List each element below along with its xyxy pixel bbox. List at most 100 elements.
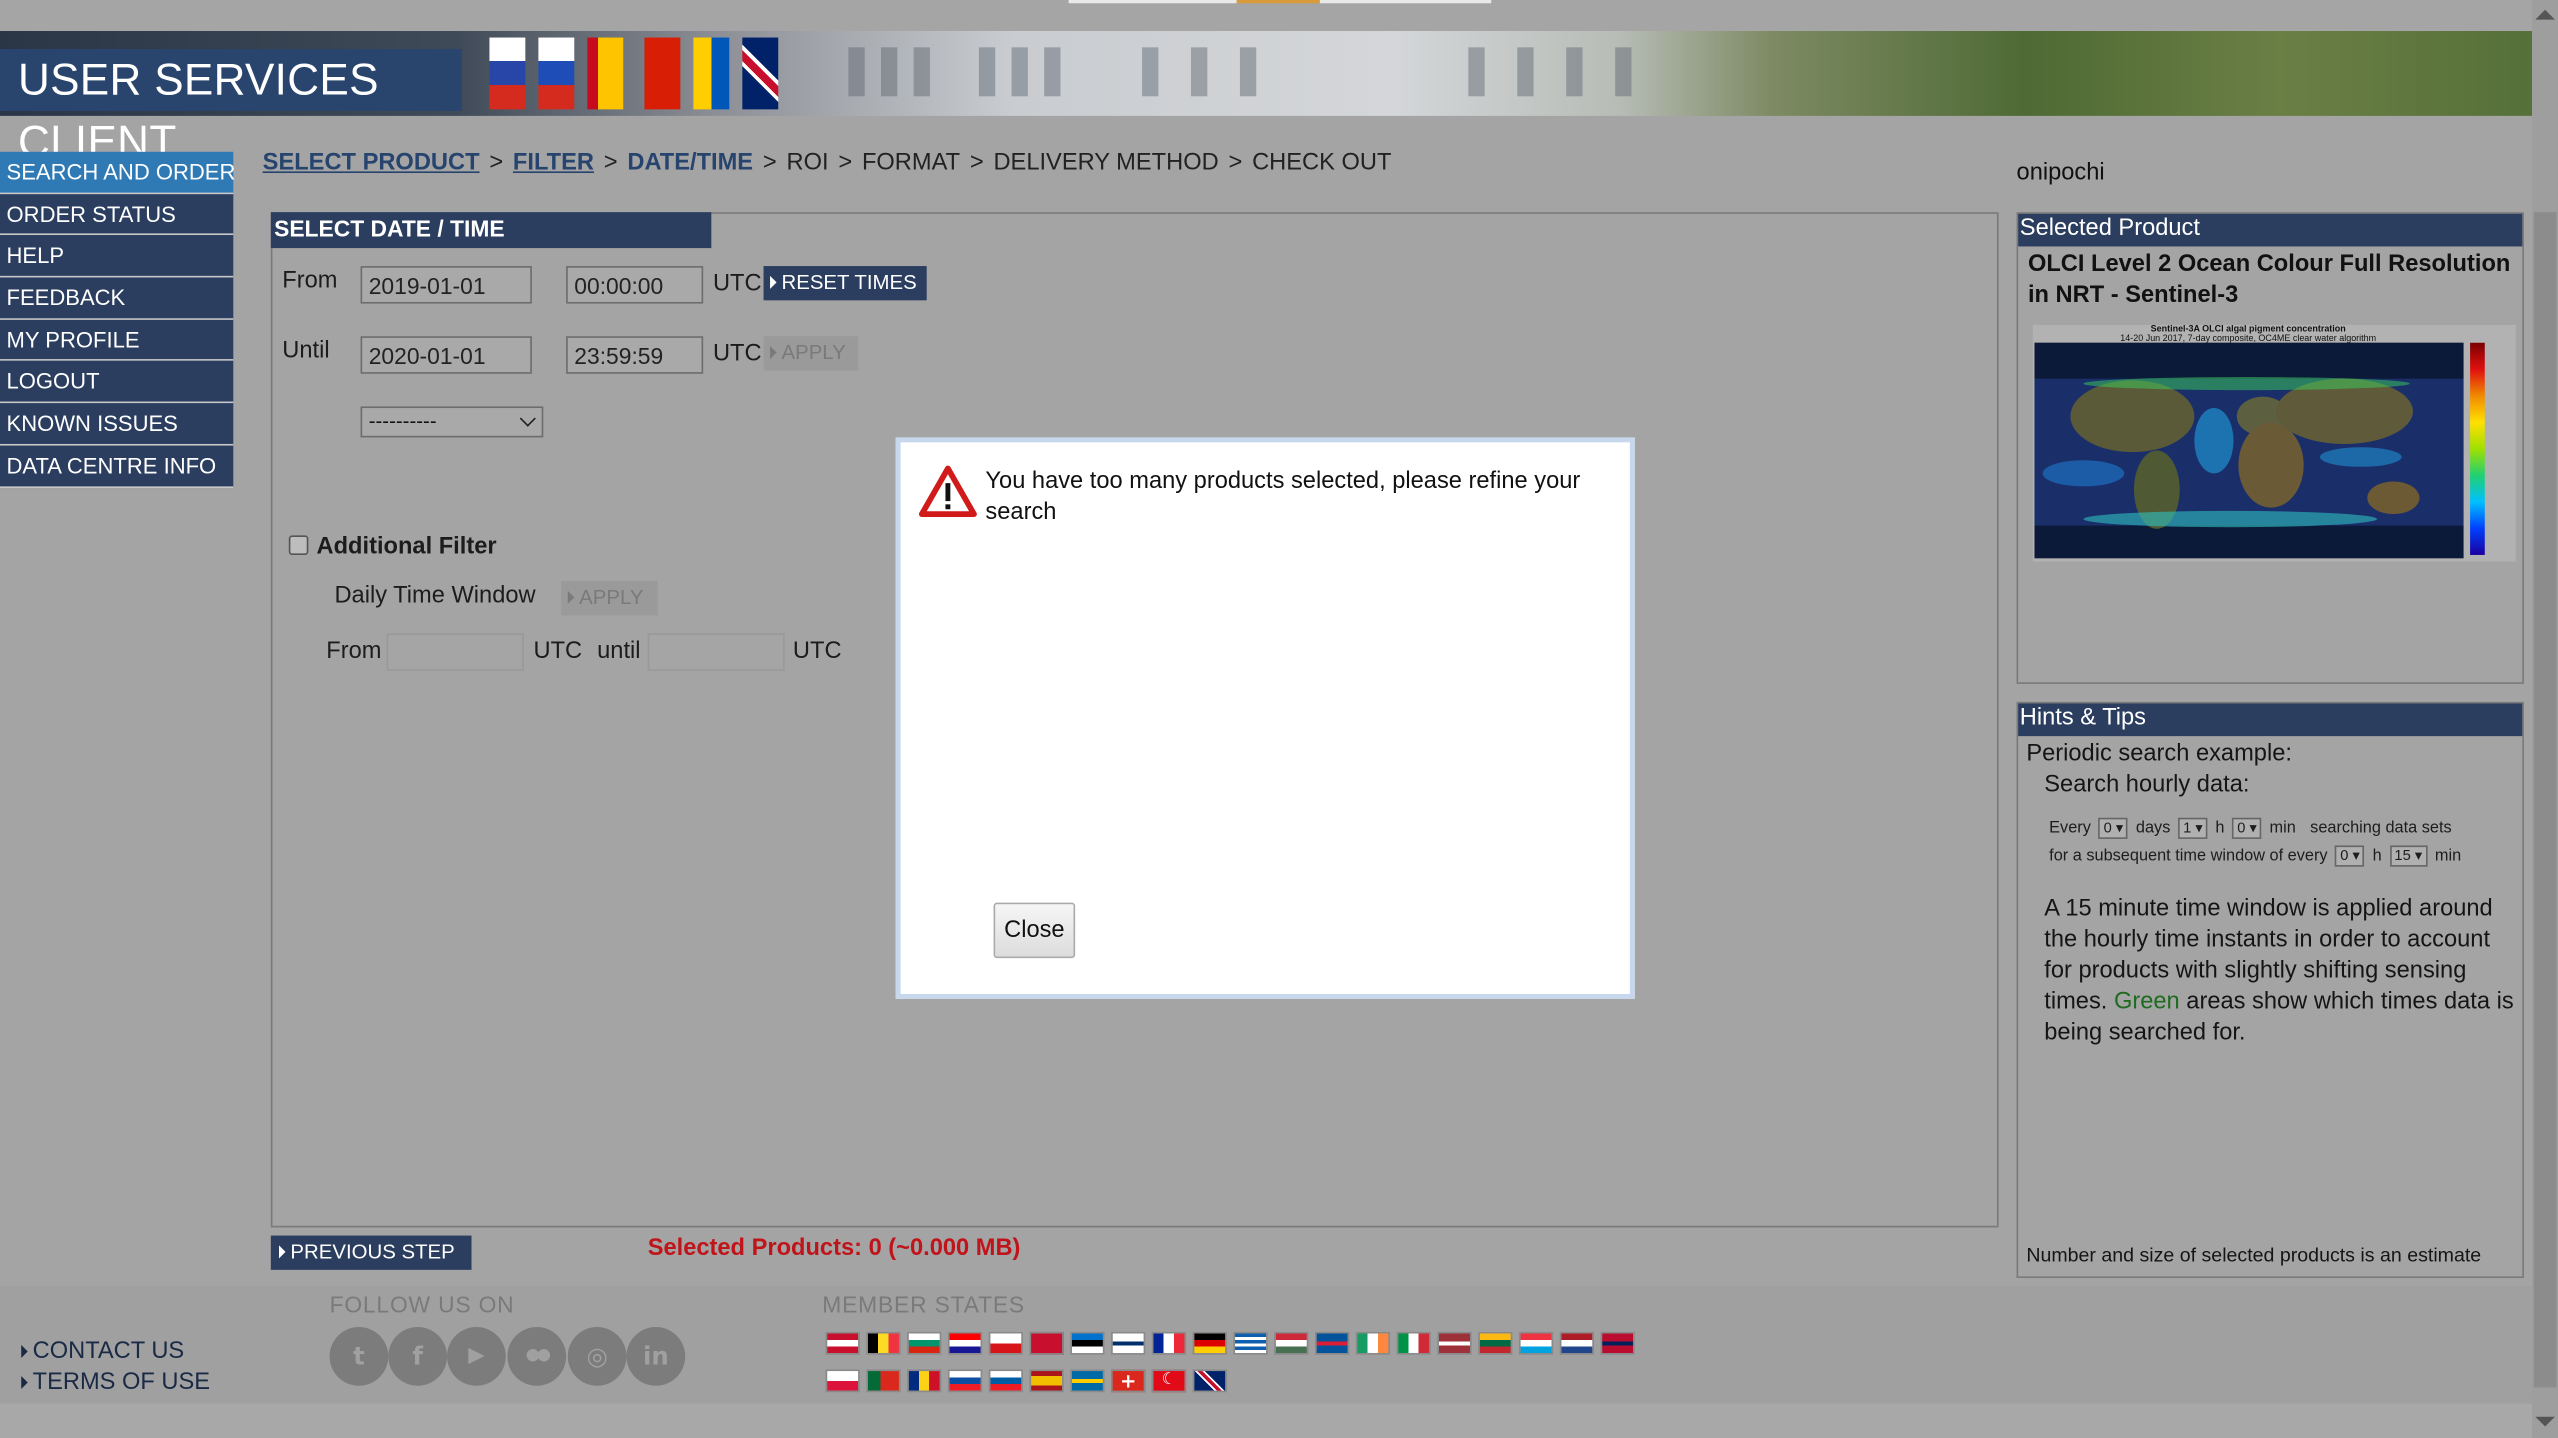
breadcrumb-separator: > (489, 150, 504, 177)
flag-greece-icon[interactable] (1233, 1331, 1268, 1355)
flag-italy-icon[interactable] (1396, 1331, 1431, 1355)
window-from-label: From (326, 638, 382, 665)
selected-product-header: Selected Product (2018, 213, 2523, 247)
sidebar-item-help[interactable]: HELP (0, 235, 234, 278)
flag-austria-icon[interactable] (825, 1331, 860, 1355)
flag-finland-icon[interactable] (1111, 1331, 1146, 1355)
flag-switzerland-icon[interactable]: + (1111, 1369, 1146, 1393)
window-from-input[interactable] (386, 633, 524, 671)
section-title: SELECT DATE / TIME (270, 212, 712, 249)
breadcrumb-separator: > (762, 150, 777, 177)
from-date-input[interactable] (360, 266, 532, 304)
hint-hours-select: 1 ▾ (2178, 817, 2208, 839)
flag-netherlands-icon[interactable] (1559, 1331, 1594, 1355)
linkedin-icon[interactable]: in (626, 1326, 686, 1386)
twitter-icon[interactable]: t (329, 1326, 389, 1386)
contact-us-label: CONTACT US (32, 1338, 185, 1365)
follow-us-title: FOLLOW US ON (329, 1291, 515, 1318)
flag-portugal-icon[interactable] (866, 1369, 901, 1393)
flag-lithuania-icon[interactable] (1478, 1331, 1513, 1355)
world-map-image (2034, 342, 2464, 559)
youtube-icon[interactable]: ▶ (447, 1326, 506, 1386)
flag-estonia-icon[interactable] (1070, 1331, 1105, 1355)
alert-message: You have too many products selected, ple… (985, 468, 1581, 526)
sidebar-item-known-issues[interactable]: KNOWN ISSUES (0, 403, 234, 446)
hint-tail: searching data sets (2310, 819, 2452, 838)
breadcrumb-check-out: CHECK OUT (1252, 150, 1392, 177)
terms-of-use-link[interactable]: TERMS OF USE (21, 1369, 210, 1396)
flag-turkey-icon[interactable]: ☾ (1151, 1369, 1187, 1393)
close-button[interactable]: Close (993, 902, 1076, 959)
flag-bulgaria-icon[interactable] (907, 1331, 942, 1355)
until-time-input[interactable] (566, 336, 704, 374)
flag-united-kingdom-icon[interactable] (1192, 1369, 1227, 1393)
hint-footnote: Number and size of selected products is … (2026, 1243, 2482, 1267)
flag-poland-icon[interactable] (825, 1369, 860, 1393)
breadcrumb-select-product[interactable]: SELECT PRODUCT (263, 150, 480, 176)
username: onipochi (2016, 159, 2105, 187)
breadcrumb: SELECT PRODUCT > FILTER > DATE/TIME > ROI > FORM… (263, 150, 1392, 176)
sidebar-item-feedback[interactable]: FEEDBACK (0, 277, 234, 320)
reset-times-label: RESET TIMES (781, 270, 917, 294)
apply-dates-button[interactable]: APPLY (763, 336, 859, 371)
flag-slovenia-icon[interactable] (988, 1369, 1023, 1393)
flag-croatia-icon[interactable] (947, 1331, 983, 1355)
sidebar-item-my-profile[interactable]: MY PROFILE (0, 319, 234, 362)
hint-h: h (2372, 847, 2382, 866)
reset-times-button[interactable]: RESET TIMES (763, 266, 927, 301)
breadcrumb-roi: ROI (786, 150, 829, 177)
instagram-icon[interactable]: ◎ (567, 1326, 627, 1386)
additional-filter-checkbox[interactable] (288, 535, 309, 555)
member-states-title: MEMBER STATES (822, 1291, 1025, 1318)
breadcrumb-separator: > (603, 150, 618, 177)
sidebar-item-order-status[interactable]: ORDER STATUS (0, 193, 234, 236)
scrollbar-thumb[interactable] (2533, 212, 2557, 1388)
chevron-down-icon (519, 410, 536, 427)
hint-lead: for a subsequent time window of every (2049, 847, 2328, 866)
from-time-input[interactable] (566, 266, 704, 304)
flag-czechia-icon[interactable] (988, 1331, 1023, 1355)
product-preview-image: Sentinel-3A OLCI algal pigment concentra… (2032, 324, 2516, 562)
utc-label: UTC (712, 270, 762, 298)
sidebar-item-search-and-order[interactable]: SEARCH AND ORDER (0, 151, 235, 194)
window-until-label: until (597, 638, 641, 665)
flag-sweden-icon[interactable] (1070, 1369, 1105, 1393)
until-date-input[interactable] (360, 336, 532, 374)
flag-slovakia-icon[interactable] (947, 1369, 983, 1393)
until-label: Until (282, 337, 330, 364)
contact-us-link[interactable]: CONTACT US (21, 1338, 185, 1365)
breadcrumb-filter[interactable]: FILTER (513, 150, 594, 176)
sidebar-item-data-centre-info[interactable]: DATA CENTRE INFO (0, 445, 234, 488)
flag-latvia-icon[interactable] (1437, 1331, 1472, 1355)
flag-germany-icon[interactable] (1192, 1331, 1227, 1355)
scroll-down-arrow-icon[interactable] (2535, 1416, 2555, 1427)
image-caption: Sentinel-3A OLCI algal pigment concentra… (2150, 324, 2346, 335)
preset-select-value: ---------- (368, 409, 437, 433)
flickr-icon[interactable]: ●● (507, 1326, 567, 1386)
sidebar-item-logout[interactable]: LOGOUT (0, 361, 234, 404)
hint-minutes-value: 0 (2237, 819, 2246, 836)
flag-norway-icon[interactable] (1600, 1331, 1635, 1355)
facebook-icon[interactable]: f (388, 1326, 448, 1386)
flag-denmark-icon[interactable] (1029, 1331, 1064, 1355)
flag-ireland-icon[interactable] (1355, 1331, 1391, 1355)
scroll-up-arrow-icon[interactable] (2535, 9, 2555, 20)
warning-icon (918, 465, 977, 517)
utc-label: UTC (792, 638, 842, 665)
app-title: USER SERVICES CLIENT (0, 48, 462, 166)
flag-iceland-icon[interactable] (1314, 1331, 1350, 1355)
flag-romania-icon[interactable] (907, 1369, 942, 1393)
flag-spain-icon[interactable] (1029, 1369, 1064, 1393)
additional-filter-label: Additional Filter (316, 533, 497, 560)
apply-window-button[interactable]: APPLY (561, 581, 658, 616)
flag-hungary-icon[interactable] (1274, 1331, 1309, 1355)
previous-step-button[interactable]: PREVIOUS STEP (270, 1235, 472, 1270)
window-until-input[interactable] (647, 633, 785, 671)
flag-luxembourg-icon[interactable] (1518, 1331, 1554, 1355)
top-strip (0, 0, 2533, 32)
preset-select[interactable]: ---------- (360, 406, 544, 438)
flag-belgium-icon[interactable] (866, 1331, 901, 1355)
hint-paragraph: A 15 minute time window is applied aroun… (2044, 894, 2520, 1049)
flag-france-icon[interactable] (1151, 1331, 1187, 1355)
breadcrumb-separator: > (969, 150, 984, 177)
